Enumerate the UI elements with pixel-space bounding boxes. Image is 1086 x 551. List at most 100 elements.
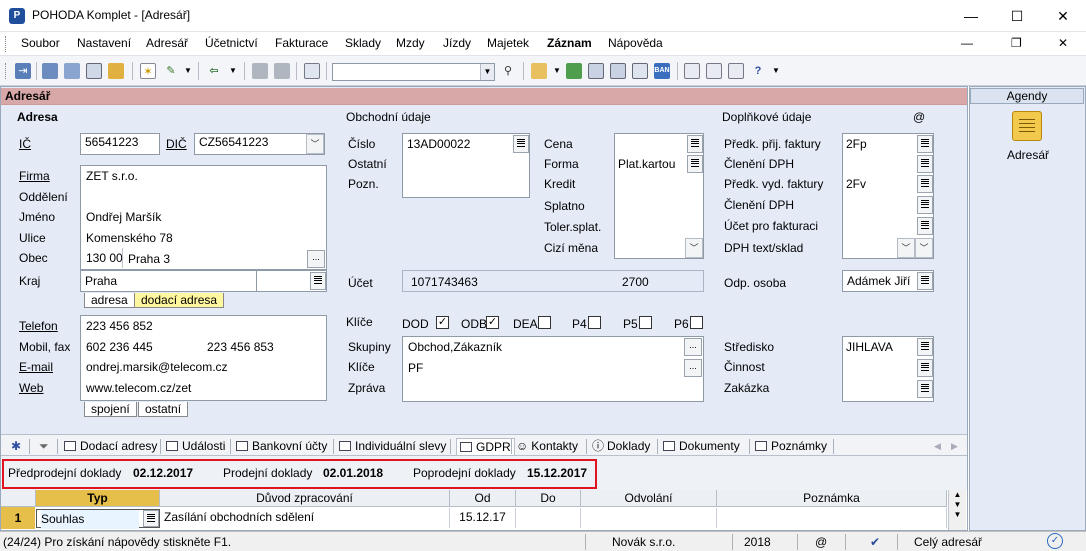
exit-icon[interactable]: ⇥ <box>15 63 31 79</box>
filter-icon[interactable]: ⚲ <box>500 63 516 79</box>
grid-header-odvolani[interactable]: Odvolání <box>581 490 717 507</box>
subtab-ostatni[interactable]: ostatní <box>138 402 189 417</box>
tab-doklady[interactable]: ⓘ Doklady <box>592 438 650 455</box>
list-icon[interactable] <box>917 155 933 173</box>
cancel-edit-icon[interactable] <box>274 63 290 79</box>
check-p5[interactable] <box>639 316 652 329</box>
list-icon[interactable] <box>917 272 933 290</box>
list-icon[interactable] <box>917 175 933 193</box>
chevron-down-icon[interactable]: ﹀ <box>915 238 933 258</box>
tab-dodaci-adresy[interactable]: Dodací adresy <box>64 438 157 455</box>
check-p4[interactable] <box>588 316 601 329</box>
print-preview-icon[interactable] <box>86 63 102 79</box>
stredisko-field[interactable]: JIHLAVA <box>846 340 893 354</box>
list-icon[interactable] <box>513 135 529 153</box>
grid-cell-do[interactable] <box>516 508 581 528</box>
help-dropdown-icon[interactable]: ▼ <box>768 63 784 79</box>
ok-status-icon[interactable]: ✓ <box>1047 533 1063 549</box>
check-p6[interactable] <box>690 316 703 329</box>
skupiny-lookup-button[interactable]: ... <box>684 338 702 356</box>
skupiny-field[interactable]: Obchod,Zákazník <box>408 340 502 354</box>
subtab-dodaci-adresa[interactable]: dodací adresa <box>134 293 225 308</box>
psc-field[interactable]: 130 00 <box>86 251 123 265</box>
list-icon[interactable] <box>917 196 933 214</box>
kraj-field[interactable]: Praha <box>80 270 257 292</box>
menu-sklady[interactable]: Sklady <box>345 36 381 50</box>
tab-udalosti[interactable]: Události <box>166 438 225 455</box>
grid-scrollbar[interactable]: ▲ ▼ ▼ <box>948 490 966 530</box>
tabs-scroll-left-icon[interactable]: ◀ <box>934 438 941 455</box>
list-icon[interactable] <box>310 272 326 290</box>
firma-field[interactable]: ZET s.r.o. <box>86 169 138 183</box>
predk-prij-field[interactable]: 2Fp <box>846 137 867 151</box>
calendar-icon[interactable] <box>588 63 604 79</box>
grid-header-duvod[interactable]: Důvod zpracování <box>160 490 450 507</box>
menu-napoveda[interactable]: Nápověda <box>608 36 663 50</box>
klice-lookup-button[interactable]: ... <box>684 359 702 377</box>
cena-list-icon[interactable] <box>687 135 703 153</box>
help-icon[interactable]: ? <box>750 63 766 79</box>
subtab-adresa[interactable]: adresa <box>84 293 135 308</box>
obec-field[interactable]: Praha 3 <box>128 252 170 266</box>
menu-majetek[interactable]: Majetek <box>487 36 529 50</box>
predk-vyd-field[interactable]: 2Fv <box>846 177 866 191</box>
money-icon[interactable] <box>566 63 582 79</box>
grid-cell-typ[interactable]: Souhlas <box>36 509 160 529</box>
forma-list-icon[interactable] <box>687 155 703 173</box>
chevron-down-icon[interactable]: ﹀ <box>897 238 915 258</box>
window-icon[interactable] <box>728 63 744 79</box>
iban-icon[interactable]: BAN <box>654 63 670 79</box>
message-icon[interactable] <box>684 63 700 79</box>
grid-header-od[interactable]: Od <box>450 490 516 507</box>
list-icon[interactable] <box>917 217 933 235</box>
tab-gdpr[interactable]: GDPR <box>456 438 515 455</box>
tab-kontakty[interactable]: ☺ Kontakty <box>516 438 578 455</box>
cislo-field[interactable]: 13AD00022 <box>407 137 470 151</box>
print-icon[interactable] <box>64 63 80 79</box>
close-button[interactable]: ✕ <box>1040 0 1086 32</box>
grid-row-number[interactable]: 1 <box>1 507 35 529</box>
menu-mzdy[interactable]: Mzdy <box>396 36 425 50</box>
table-icon[interactable] <box>632 63 648 79</box>
asterisk-icon[interactable]: ✱ <box>11 438 21 455</box>
dic-field[interactable]: CZ56541223 ﹀ <box>194 133 325 155</box>
tab-dokumenty[interactable]: Dokumenty <box>663 438 740 455</box>
copy-record-icon[interactable] <box>42 63 58 79</box>
obec-lookup-button[interactable]: ... <box>307 250 325 268</box>
tab-bankovni-ucty[interactable]: Bankovní účty <box>236 438 327 455</box>
menu-fakturace[interactable]: Fakturace <box>275 36 328 50</box>
inner-minimize-button[interactable]: — <box>961 36 973 50</box>
reports-icon[interactable] <box>108 63 124 79</box>
list-icon[interactable] <box>143 510 159 527</box>
calculator-icon[interactable] <box>610 63 626 79</box>
list-icon[interactable] <box>917 135 933 153</box>
chevron-down-icon[interactable]: ▼ <box>480 64 494 80</box>
grid-cell-odvolani[interactable] <box>581 508 717 528</box>
menu-nastaveni[interactable]: Nastavení <box>77 36 131 50</box>
list-icon[interactable] <box>917 380 933 398</box>
grid-header-do[interactable]: Do <box>516 490 581 507</box>
ulice-field[interactable]: Komenského 78 <box>86 231 173 245</box>
toolbar-search-combo[interactable]: ▼ <box>332 63 495 81</box>
inner-restore-button[interactable]: ❐ <box>1011 36 1022 50</box>
back-icon[interactable]: ⇦ <box>206 63 222 79</box>
document-list-icon[interactable] <box>706 63 722 79</box>
cislo-box[interactable]: 13AD00022 <box>402 133 530 198</box>
mobil-field[interactable]: 602 236 445 <box>86 340 153 354</box>
list-icon[interactable] <box>917 359 933 377</box>
chevron-down-icon[interactable]: ﹀ <box>306 134 324 154</box>
chevron-down-icon[interactable]: ﹀ <box>685 238 703 258</box>
tab-poznamky[interactable]: Poznámky <box>755 438 827 455</box>
forma-field[interactable]: Plat.kartou <box>618 157 675 171</box>
edit-icon[interactable]: ✎ <box>163 63 179 79</box>
klice2-field[interactable]: PF <box>408 361 423 375</box>
tab-individualni-slevy[interactable]: Individuální slevy <box>339 438 446 455</box>
fax-field[interactable]: 223 456 853 <box>207 340 274 354</box>
at-icon[interactable]: @ <box>913 110 925 124</box>
address-book-icon[interactable] <box>1012 111 1042 141</box>
grid-cell-od[interactable]: 15.12.17 <box>450 508 516 528</box>
grid-header-typ[interactable]: Typ <box>36 490 160 507</box>
clipboard-icon[interactable] <box>304 63 320 79</box>
save-icon[interactable] <box>252 63 268 79</box>
ic-field[interactable]: 56541223 <box>80 133 160 155</box>
